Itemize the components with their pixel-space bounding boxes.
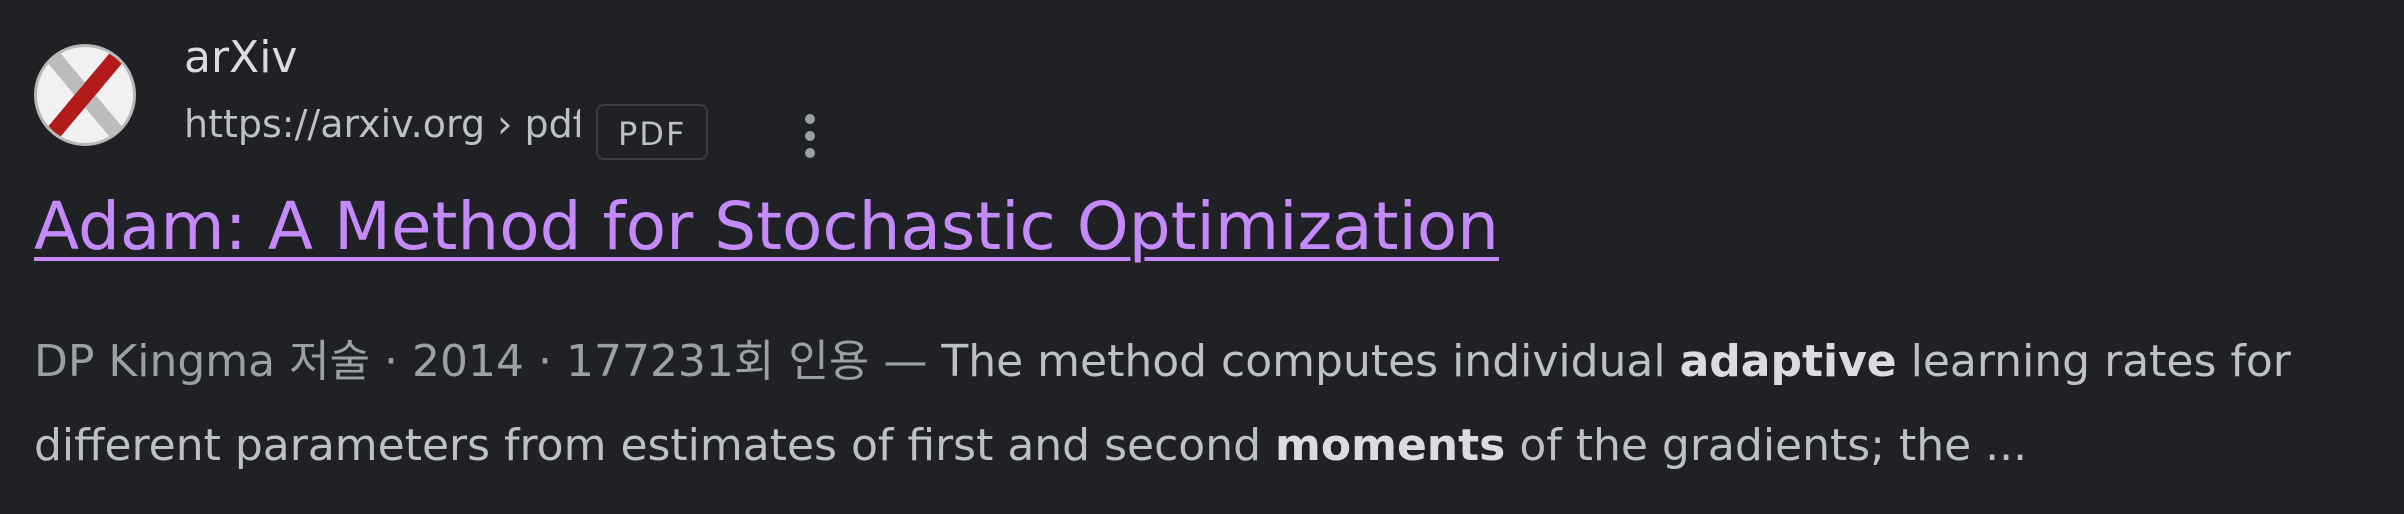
snippet-emphasis: adaptive (1679, 336, 1897, 387)
result-snippet: DP Kingma 저술 · 2014 · 177231회 인용 — The m… (34, 320, 2354, 488)
result-title-link[interactable]: Adam: A Method for Stochastic Optimizati… (34, 188, 1499, 265)
dot (805, 131, 815, 141)
snippet-text: of the gradients; the ... (1505, 420, 2028, 471)
result-meta: DP Kingma 저술 · 2014 · 177231회 인용 — (34, 336, 942, 387)
site-name: arXiv (184, 32, 298, 83)
snippet-emphasis: moments (1275, 420, 1506, 471)
arxiv-logo-icon (34, 44, 136, 146)
search-result: arXiv https://arxiv.org › pdf PDF Adam: … (34, 28, 2364, 471)
dot (805, 114, 815, 124)
result-source[interactable]: arXiv https://arxiv.org › pdf PDF (34, 28, 2364, 160)
snippet-text: The method computes individual (941, 336, 1680, 387)
dot (805, 148, 815, 158)
pdf-badge: PDF (596, 104, 709, 160)
site-url: https://arxiv.org › pdf (184, 102, 580, 146)
more-vert-icon[interactable] (786, 108, 834, 164)
